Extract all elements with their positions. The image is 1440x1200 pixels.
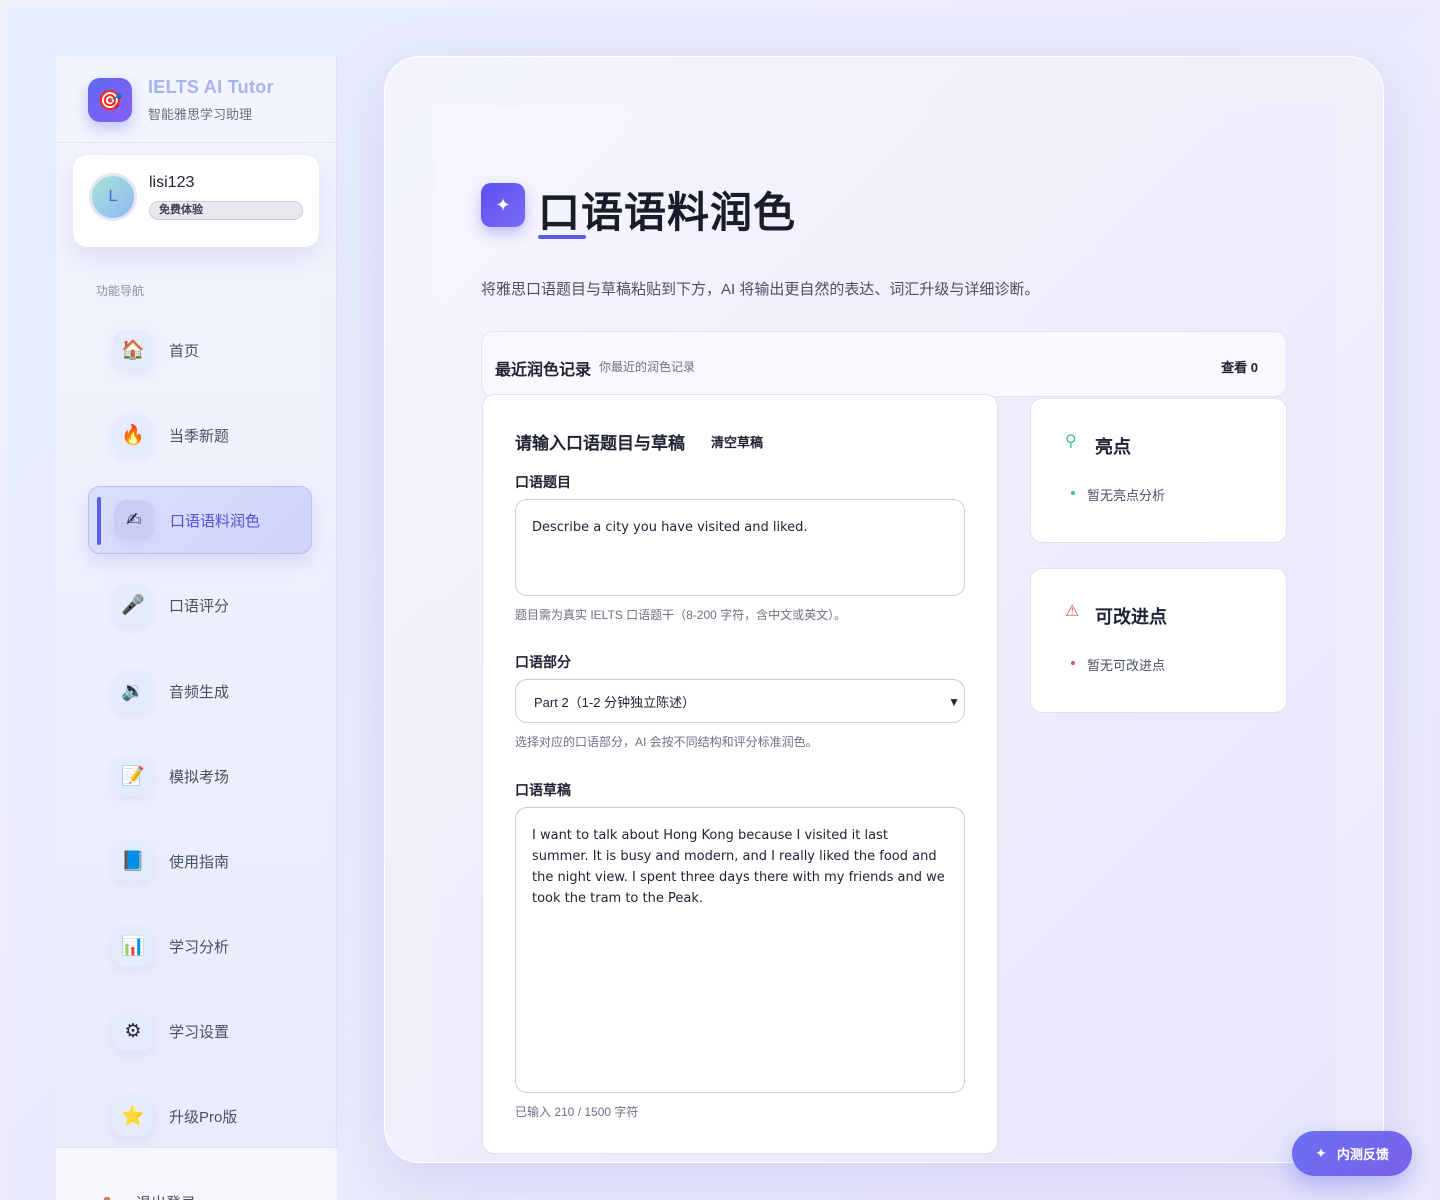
page-description: 将雅思口语题目与草稿粘贴到下方，AI 将输出更自然的表达、词汇升级与详细诊断。 <box>481 281 1040 298</box>
sidebar-item-label: 学习分析 <box>169 938 230 956</box>
sidebar-item-label: 学习设置 <box>169 1023 230 1041</box>
part-select-value: Part 2（1-2 分钟独立陈述） <box>534 694 696 710</box>
sidebar-item-settings[interactable]: ⚙ 学习设置 <box>88 997 312 1065</box>
sidebar-item-mock-exam[interactable]: 📝 模拟考场 <box>88 742 312 810</box>
sidebar-item-scoring[interactable]: 🎤 口语评分 <box>88 571 312 639</box>
award-icon: ⚲ <box>1065 433 1077 450</box>
brand-title: IELTS AI Tutor <box>148 77 274 97</box>
sidebar: 🎯 IELTS AI Tutor 智能雅思学习助理 L lisi123 免费体验… <box>56 56 337 1200</box>
main-panel: ✦ 口语语料润色 将雅思口语题目与草稿粘贴到下方，AI 将输出更自然的表达、词汇… <box>384 56 1384 1163</box>
title-underline <box>538 235 586 239</box>
improvements-title: 可改进点 <box>1095 607 1167 627</box>
improvements-empty: 暂无可改进点 <box>1087 658 1166 673</box>
sidebar-item-label: 当季新题 <box>169 427 230 445</box>
sidebar-item-analytics[interactable]: 📊 学习分析 <box>88 912 312 980</box>
form-heading: 请输入口语题目与草稿 <box>515 434 685 453</box>
brand-subtitle: 智能雅思学习助理 <box>148 107 253 122</box>
sidebar-item-home[interactable]: 🏠 首页 <box>88 316 312 384</box>
draft-char-count: 已输入 210 / 1500 字符 <box>515 1105 639 1119</box>
logout-icon <box>104 1196 110 1200</box>
warning-icon: ⚠ <box>1065 603 1080 620</box>
sparkle-icon: ✦ <box>1315 1145 1327 1161</box>
highlights-card: ⚲ 亮点 暂无亮点分析 <box>1030 398 1287 543</box>
user-card[interactable]: L lisi123 免费体验 <box>73 155 319 247</box>
sidebar-footer: 退出登录 <box>56 1147 337 1200</box>
improvements-card: ⚠ 可改进点 暂无可改进点 <box>1030 568 1287 713</box>
feedback-button[interactable]: ✦ 内测反馈 <box>1292 1131 1412 1176</box>
sidebar-item-label: 使用指南 <box>169 853 230 871</box>
sidebar-item-label: 升级Pro版 <box>169 1108 238 1126</box>
fire-icon: 🔥 <box>113 415 153 455</box>
target-icon: 🎯 <box>88 78 132 122</box>
sidebar-item-upgrade[interactable]: ⭐ 升级Pro版 <box>88 1082 312 1150</box>
sidebar-item-new-questions[interactable]: 🔥 当季新题 <box>88 401 312 469</box>
bar-chart-icon: 📊 <box>113 926 153 966</box>
divider <box>56 142 337 143</box>
speaker-icon: 🔉 <box>113 671 153 711</box>
sidebar-item-label: 首页 <box>169 342 200 360</box>
logout-label: 退出登录 <box>136 1192 196 1200</box>
part-label: 口语部分 <box>515 654 571 670</box>
sidebar-item-label: 口语语料润色 <box>170 512 261 530</box>
recent-title: 最近润色记录 <box>495 362 592 379</box>
username: lisi123 <box>149 174 195 191</box>
writing-hand-icon: ✍ <box>114 500 154 540</box>
highlights-empty: 暂无亮点分析 <box>1087 488 1166 503</box>
plan-badge: 免费体验 <box>149 201 303 220</box>
part-select[interactable]: Part 2（1-2 分钟独立陈述） ▼ <box>515 679 965 723</box>
clear-draft-button[interactable]: 清空草稿 <box>711 432 763 451</box>
nav-heading: 功能导航 <box>96 284 145 298</box>
home-icon: 🏠 <box>113 330 153 370</box>
book-icon: 📘 <box>113 841 153 881</box>
page-title: 口语语料润色 <box>538 189 797 236</box>
recent-history-bar[interactable]: 最近润色记录 你最近的润色记录 查看 0 <box>481 331 1287 397</box>
sidebar-item-label: 模拟考场 <box>169 768 230 786</box>
sidebar-item-guide[interactable]: 📘 使用指南 <box>88 827 312 895</box>
sidebar-item-polish[interactable]: ✍ 口语语料润色 <box>88 486 312 554</box>
sidebar-item-audio[interactable]: 🔉 音频生成 <box>88 657 312 725</box>
input-form-card: 请输入口语题目与草稿 清空草稿 口语题目 Describe a city you… <box>482 394 998 1154</box>
avatar: L <box>89 173 137 221</box>
draft-input[interactable]: I want to talk about Hong Kong because I… <box>515 807 965 1093</box>
draft-label: 口语草稿 <box>515 782 571 798</box>
topic-label: 口语题目 <box>515 474 571 490</box>
gear-icon: ⚙ <box>113 1011 153 1051</box>
topic-hint: 题目需为真实 IELTS 口语题干（8-200 字符，含中文或英文）。 <box>515 608 847 622</box>
sidebar-item-label: 口语评分 <box>169 597 230 615</box>
bullet-dot <box>1071 661 1075 665</box>
highlights-title: 亮点 <box>1095 437 1131 457</box>
active-indicator <box>97 497 101 545</box>
sparkle-icon: ✦ <box>481 183 525 227</box>
view-history-button[interactable]: 查看 0 <box>1221 357 1258 376</box>
sidebar-item-label: 音频生成 <box>169 683 230 701</box>
part-hint: 选择对应的口语部分，AI 会按不同结构和评分标准润色。 <box>515 735 818 749</box>
brand[interactable]: 🎯 IELTS AI Tutor 智能雅思学习助理 <box>88 77 274 123</box>
recent-subtitle: 你最近的润色记录 <box>599 360 696 374</box>
chevron-down-icon: ▼ <box>948 695 960 709</box>
feedback-label: 内测反馈 <box>1336 1147 1389 1162</box>
topic-input[interactable]: Describe a city you have visited and lik… <box>515 499 965 596</box>
memo-icon: 📝 <box>113 756 153 796</box>
star-icon: ⭐ <box>113 1096 153 1136</box>
microphone-icon: 🎤 <box>113 585 153 625</box>
bullet-dot <box>1071 491 1075 495</box>
logout-button[interactable]: 退出登录 <box>104 1192 196 1200</box>
